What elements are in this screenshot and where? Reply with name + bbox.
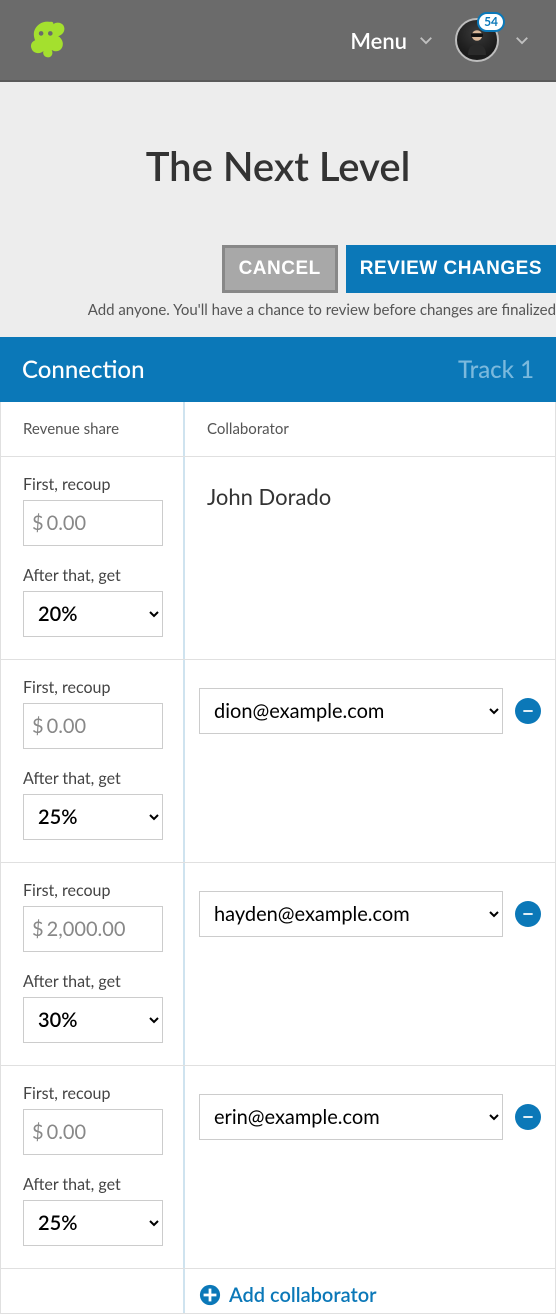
revenue-cell: First, recoup $ After that, get 20% xyxy=(1,457,185,659)
recoup-input-wrap: $ xyxy=(23,500,163,546)
after-label: After that, get xyxy=(23,566,161,585)
percent-select[interactable]: 20% xyxy=(23,591,163,637)
remove-collaborator-button[interactable] xyxy=(515,698,541,724)
dollar-icon: $ xyxy=(32,1120,44,1144)
revenue-cell: First, recoup $ After that, get 25% xyxy=(1,660,185,862)
minus-icon xyxy=(521,907,535,921)
plus-circle-icon xyxy=(199,1284,221,1306)
collaborator-cell: John Dorado xyxy=(185,457,555,659)
dollar-icon: $ xyxy=(32,917,44,941)
percent-select[interactable]: 25% xyxy=(23,1200,163,1246)
remove-collaborator-button[interactable] xyxy=(515,1104,541,1130)
collaborator-cell: dion@example.com xyxy=(185,660,555,862)
collaborator-cell: hayden@example.com xyxy=(185,863,555,1065)
remove-collaborator-button[interactable] xyxy=(515,901,541,927)
section-title: Connection xyxy=(22,355,145,384)
after-label: After that, get xyxy=(23,1175,161,1194)
page-title: The Next Level xyxy=(0,142,556,190)
collaborator-name: John Dorado xyxy=(199,479,331,510)
logo[interactable] xyxy=(25,15,71,65)
dollar-icon: $ xyxy=(32,511,44,535)
percent-select[interactable]: 30% xyxy=(23,997,163,1043)
recoup-input[interactable] xyxy=(47,917,154,941)
col-collaborator-header: Collaborator xyxy=(185,402,555,456)
cancel-button[interactable]: CANCEL xyxy=(222,245,338,293)
recoup-input[interactable] xyxy=(47,511,154,535)
chevron-down-icon xyxy=(513,31,531,49)
track-label: Track 1 xyxy=(458,355,534,384)
recoup-input-wrap: $ xyxy=(23,1109,163,1155)
table-row: First, recoup $ After that, get 20% John… xyxy=(1,457,555,660)
chevron-down-icon xyxy=(417,31,435,49)
after-label: After that, get xyxy=(23,769,161,788)
title-area: The Next Level xyxy=(0,82,556,245)
col-revenue-header: Revenue share xyxy=(1,402,185,456)
avatar: 54 xyxy=(455,18,499,62)
action-row: CANCEL REVIEW CHANGES xyxy=(0,245,556,293)
menu-label: Menu xyxy=(350,27,407,54)
notification-badge: 54 xyxy=(477,12,505,32)
table-row: First, recoup $ After that, get 30% hayd… xyxy=(1,863,555,1066)
app-header: Menu 54 xyxy=(0,0,556,82)
user-menu[interactable]: 54 xyxy=(455,18,531,62)
revenue-cell: First, recoup $ After that, get 30% xyxy=(1,863,185,1065)
menu-button[interactable]: Menu xyxy=(350,27,435,54)
recoup-input-wrap: $ xyxy=(23,906,163,952)
add-collaborator-button[interactable]: Add collaborator xyxy=(185,1269,555,1313)
logo-icon xyxy=(25,15,71,61)
recoup-input-wrap: $ xyxy=(23,703,163,749)
recoup-label: First, recoup xyxy=(23,678,161,697)
minus-icon xyxy=(521,1110,535,1124)
table-row: First, recoup $ After that, get 25% erin… xyxy=(1,1066,555,1269)
header-right: Menu 54 xyxy=(350,18,531,62)
help-text: Add anyone. You'll have a chance to revi… xyxy=(68,293,556,337)
collaborator-select[interactable]: hayden@example.com xyxy=(199,891,503,937)
revenue-cell: First, recoup $ After that, get 25% xyxy=(1,1066,185,1268)
recoup-label: First, recoup xyxy=(23,881,161,900)
percent-select[interactable]: 25% xyxy=(23,794,163,840)
collaborator-select[interactable]: dion@example.com xyxy=(199,688,503,734)
review-changes-button[interactable]: REVIEW CHANGES xyxy=(346,245,556,293)
empty-cell xyxy=(1,1269,185,1313)
table-head: Revenue share Collaborator xyxy=(1,402,555,457)
recoup-input[interactable] xyxy=(47,714,154,738)
add-collaborator-row: Add collaborator xyxy=(1,1269,555,1313)
table-row: First, recoup $ After that, get 25% dion… xyxy=(1,660,555,863)
collaborator-table: Revenue share Collaborator First, recoup… xyxy=(0,402,556,1314)
after-label: After that, get xyxy=(23,972,161,991)
recoup-label: First, recoup xyxy=(23,1084,161,1103)
minus-icon xyxy=(521,704,535,718)
recoup-input[interactable] xyxy=(47,1120,154,1144)
add-collaborator-label: Add collaborator xyxy=(229,1283,377,1307)
section-header: Connection Track 1 xyxy=(0,337,556,402)
dollar-icon: $ xyxy=(32,714,44,738)
recoup-label: First, recoup xyxy=(23,475,161,494)
collaborator-cell: erin@example.com xyxy=(185,1066,555,1268)
collaborator-select[interactable]: erin@example.com xyxy=(199,1094,503,1140)
